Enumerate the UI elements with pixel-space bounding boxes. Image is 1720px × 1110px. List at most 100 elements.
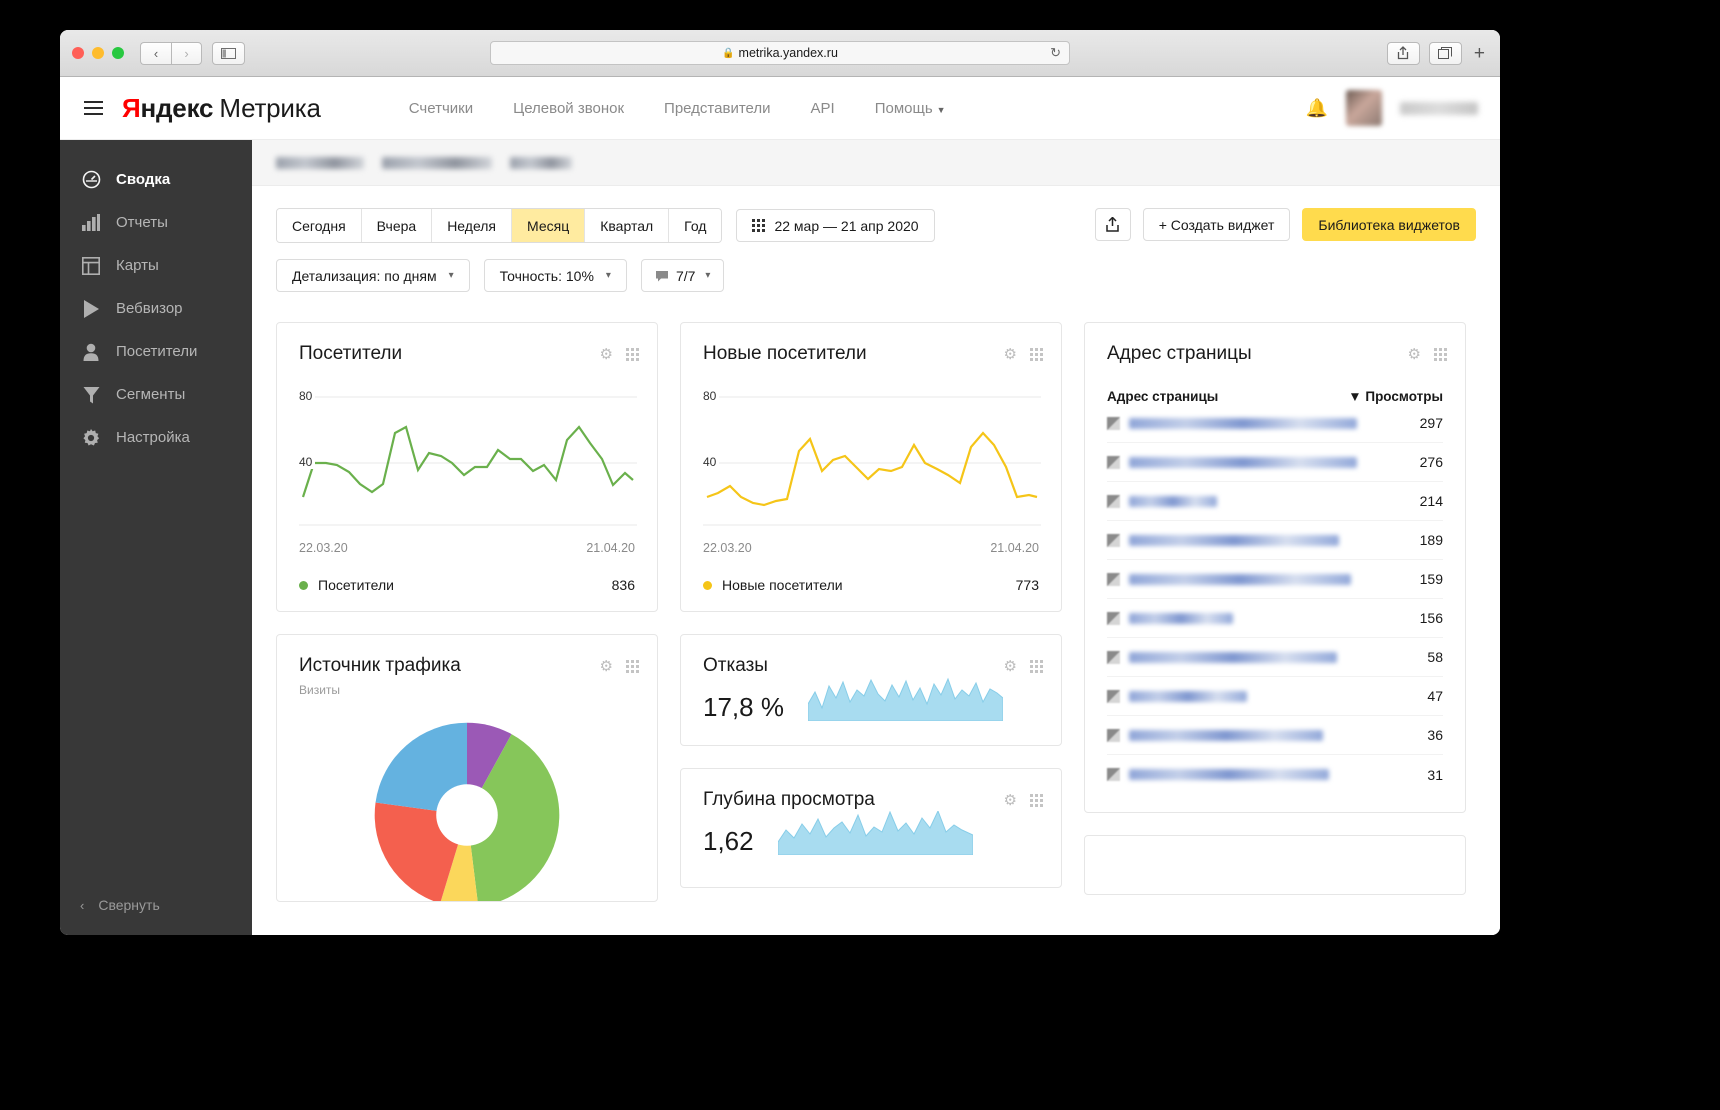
drag-handle-icon[interactable] — [1030, 659, 1043, 673]
sidebar-item-webvisor[interactable]: Вебвизор — [60, 287, 252, 330]
sidebar-toggle-button[interactable] — [212, 41, 245, 65]
date-range-picker[interactable]: 22 мар — 21 апр 2020 — [736, 209, 935, 242]
logo-ya-letter: Я — [122, 92, 141, 123]
gear-icon[interactable]: ⚙ — [600, 657, 613, 675]
period-week[interactable]: Неделя — [432, 209, 513, 242]
bell-icon[interactable]: 🔔 — [1306, 98, 1328, 119]
gear-icon[interactable]: ⚙ — [1004, 657, 1017, 675]
sidebar-item-label: Карты — [116, 257, 159, 274]
header-right: 🔔 — [1306, 90, 1478, 126]
drag-handle-icon[interactable] — [626, 659, 639, 673]
reload-button[interactable]: ↻ — [1050, 45, 1061, 61]
nav-item-counters[interactable]: Счетчики — [409, 100, 473, 117]
table-row[interactable]: 214 — [1107, 482, 1443, 521]
drag-handle-icon[interactable] — [1434, 347, 1447, 361]
sidebar-item-otchety[interactable]: Отчеты — [60, 201, 252, 244]
funnel-icon — [80, 386, 102, 404]
sidebar-item-nastroika[interactable]: Настройка — [60, 416, 252, 459]
share-button[interactable] — [1386, 41, 1420, 65]
y-axis-label-80: 80 — [703, 389, 720, 403]
sidebar-item-label: Отчеты — [116, 214, 168, 231]
breadcrumb-name-redacted[interactable] — [382, 156, 492, 169]
share-icon — [1398, 46, 1409, 60]
table-row[interactable]: 159 — [1107, 560, 1443, 599]
show-tabs-button[interactable] — [1428, 41, 1462, 65]
sidebar-item-karty[interactable]: Карты — [60, 244, 252, 287]
logo-yandex-rest: ндекс — [140, 92, 214, 123]
table-row[interactable]: 58 — [1107, 638, 1443, 677]
drag-handle-icon[interactable] — [1030, 793, 1043, 807]
hamburger-icon[interactable] — [84, 101, 103, 115]
drag-handle-icon[interactable] — [1030, 347, 1043, 361]
table-row[interactable]: 36 — [1107, 716, 1443, 755]
speech-bubble-icon — [655, 270, 668, 281]
new-tab-button[interactable]: + — [1471, 44, 1488, 63]
top-navigation: Счетчики Целевой звонок Представители AP… — [409, 100, 946, 117]
gear-icon[interactable]: ⚙ — [600, 345, 613, 363]
lock-icon: 🔒 — [722, 47, 735, 59]
table-row[interactable]: 47 — [1107, 677, 1443, 716]
create-widget-button[interactable]: + Создать виджет — [1142, 208, 1291, 241]
table-row[interactable]: 276 — [1107, 443, 1443, 482]
gear-icon[interactable]: ⚙ — [1408, 345, 1421, 363]
widget-tools: ⚙ — [1004, 345, 1043, 363]
date-range-label: 22 мар — 21 апр 2020 — [774, 217, 919, 234]
breadcrumb-site-redacted[interactable] — [276, 156, 364, 169]
column-header-views[interactable]: ▼ Просмотры — [1348, 389, 1443, 404]
app-logo[interactable]: Яндекс Метрика — [122, 93, 321, 124]
close-window-button[interactable] — [72, 47, 84, 59]
period-today[interactable]: Сегодня — [277, 209, 362, 242]
minimize-window-button[interactable] — [92, 47, 104, 59]
table-row[interactable]: 189 — [1107, 521, 1443, 560]
breadcrumb-id-redacted[interactable] — [510, 156, 572, 169]
widget-subtitle: Визиты — [299, 683, 341, 697]
table-row[interactable]: 31 — [1107, 755, 1443, 794]
nav-item-target-call[interactable]: Целевой звонок — [513, 100, 624, 117]
widget-tools: ⚙ — [1004, 791, 1043, 809]
comments-dropdown[interactable]: 7/7 ▾ — [640, 259, 725, 292]
period-quarter[interactable]: Квартал — [585, 209, 670, 242]
filter-toolbar: Сегодня Вчера Неделя Месяц Квартал Год 2… — [252, 186, 1500, 292]
widget-column-middle: Новые посетители ⚙ 80 40 22.03.20 21.04.… — [680, 322, 1062, 902]
page-url-redacted — [1129, 612, 1233, 624]
widget-library-button[interactable]: Библиотека виджетов — [1302, 208, 1476, 241]
table-row[interactable]: 156 — [1107, 599, 1443, 638]
nav-item-api[interactable]: API — [811, 100, 835, 117]
address-bar[interactable]: 🔒 metrika.yandex.ru ↻ — [490, 41, 1070, 65]
period-yesterday[interactable]: Вчера — [361, 209, 433, 242]
layout-icon — [80, 256, 102, 275]
views-count: 36 — [1427, 727, 1443, 743]
page-url-redacted — [1129, 769, 1329, 780]
sidebar-item-label: Посетители — [116, 343, 198, 360]
drag-handle-icon[interactable] — [626, 347, 639, 361]
period-month[interactable]: Месяц — [512, 209, 586, 242]
accuracy-dropdown[interactable]: Точность: 10% ▾ — [483, 259, 627, 292]
export-button[interactable] — [1094, 208, 1131, 241]
chevron-down-icon: ▾ — [448, 270, 454, 281]
table-row[interactable]: 297 — [1107, 404, 1443, 443]
avatar[interactable] — [1346, 90, 1382, 126]
widget-tools: ⚙ — [600, 345, 639, 363]
widget-placeholder-next — [1084, 835, 1466, 895]
period-year[interactable]: Год — [669, 209, 722, 242]
column-header-address: Адрес страницы — [1107, 389, 1219, 404]
widget-tools: ⚙ — [1408, 345, 1447, 363]
maximize-window-button[interactable] — [112, 47, 124, 59]
nav-item-representatives[interactable]: Представители — [664, 100, 770, 117]
favicon-icon — [1107, 455, 1120, 469]
forward-button[interactable]: › — [171, 41, 202, 65]
gear-icon[interactable]: ⚙ — [1004, 791, 1017, 809]
sidebar-item-posetiteli[interactable]: Посетители — [60, 330, 252, 373]
sidebar-item-svodka[interactable]: Сводка — [60, 158, 252, 201]
sidebar-item-segmenty[interactable]: Сегменты — [60, 373, 252, 416]
widget-depth: Глубина просмотра ⚙ 1,62 — [680, 768, 1062, 888]
detalization-dropdown[interactable]: Детализация: по дням ▾ — [276, 259, 470, 292]
views-count: 156 — [1419, 610, 1443, 626]
detalization-label: Детализация: по дням — [292, 267, 437, 284]
back-button[interactable]: ‹ — [140, 41, 171, 65]
new-visitors-legend: Новые посетители 773 — [703, 577, 1039, 593]
nav-item-help[interactable]: Помощь ▼ — [875, 100, 946, 117]
collapse-sidebar-button[interactable]: ‹ Свернуть — [80, 897, 160, 913]
widget-new-visitors: Новые посетители ⚙ 80 40 22.03.20 21.04.… — [680, 322, 1062, 612]
gear-icon[interactable]: ⚙ — [1004, 345, 1017, 363]
